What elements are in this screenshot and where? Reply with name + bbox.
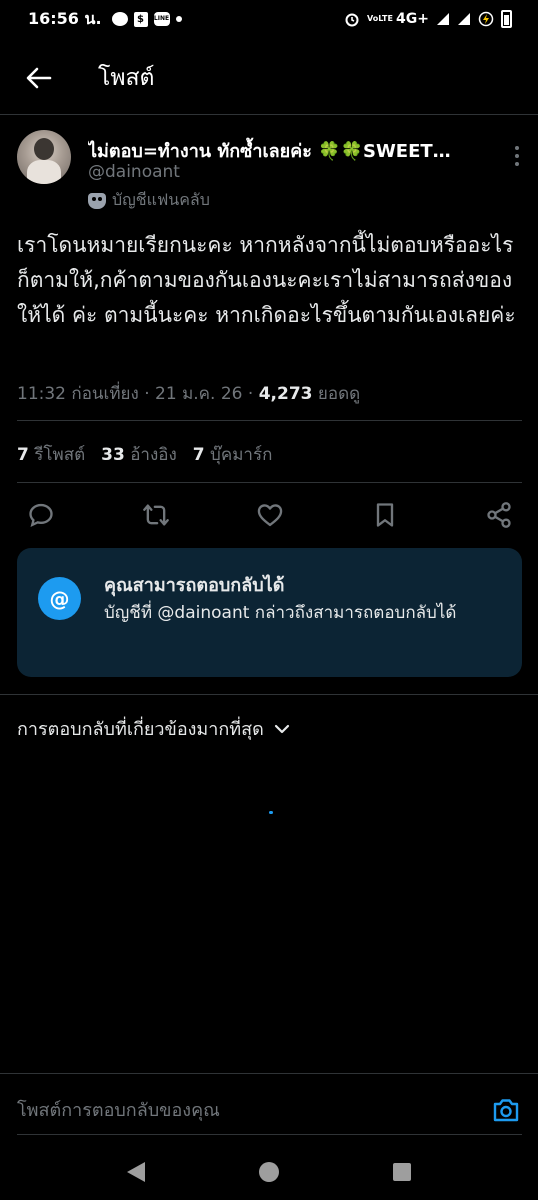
reply-composer — [17, 1090, 522, 1130]
network-type: 4G+ — [396, 11, 429, 27]
more-options-button[interactable] — [507, 144, 527, 168]
reply-input[interactable] — [17, 1090, 477, 1130]
chevron-down-icon — [274, 724, 289, 733]
reposts-count: 7 — [17, 445, 29, 465]
meta-divider — [17, 420, 522, 421]
camera-icon — [493, 1099, 519, 1122]
compose-underline — [17, 1134, 522, 1135]
post-actions — [20, 494, 520, 536]
nav-recents-button[interactable] — [380, 1150, 424, 1194]
post-text: เราโดนหมายเรียกนะคะ หากหลังจากนี้ไม่ตอบห… — [17, 233, 516, 327]
status-bar: 16:56 น. $ LINE VoLTE 4G+ — [0, 0, 538, 38]
loading-spinner-icon — [269, 811, 273, 814]
mask-icon — [88, 192, 106, 209]
reply-permission-body: บัญชีที่ @dainoant กล่าวถึงสามารถตอบกลับ… — [104, 603, 457, 623]
compose-top-divider — [0, 1073, 538, 1074]
post-author: ไม่ตอบ=ทำงาน ทักซ้ำเลยค่ะ 🍀🍀SWEET… @dain… — [17, 130, 527, 210]
badge-label: บัญชีแฟนคลับ — [112, 190, 210, 209]
square-recents-icon — [392, 1163, 411, 1181]
bookmarks-label: บุ๊คมาร์ก — [210, 445, 273, 465]
bookmarks-stat[interactable]: 7 บุ๊คมาร์ก — [193, 441, 273, 468]
quotes-stat[interactable]: 33 อ้างอิง — [101, 441, 177, 468]
alarm-icon — [345, 13, 359, 27]
triangle-back-icon — [127, 1162, 146, 1182]
reply-button[interactable] — [20, 494, 62, 536]
system-navigation-bar — [0, 1150, 538, 1194]
post-date[interactable]: 21 ม.ค. 26 — [155, 384, 242, 404]
camera-button[interactable] — [490, 1094, 522, 1126]
battery-icon — [501, 10, 512, 28]
more-notifications-icon — [175, 16, 182, 22]
author-handle[interactable]: @dainoant — [88, 162, 180, 182]
message-icon — [111, 12, 128, 26]
like-icon — [257, 504, 283, 527]
avatar[interactable] — [17, 130, 71, 184]
system-icons: VoLTE 4G+ — [344, 10, 512, 28]
signal-icon — [437, 13, 449, 25]
more-dot-icon — [515, 146, 519, 150]
back-button[interactable] — [19, 58, 59, 98]
line-app-icon: LINE — [153, 12, 170, 26]
meta-separator: · — [247, 384, 254, 404]
reposts-label: รีโพสต์ — [34, 445, 86, 465]
quotes-count: 33 — [101, 445, 125, 465]
quotes-label: อ้างอิง — [130, 445, 177, 465]
volte-icon: VoLTE — [367, 14, 393, 23]
more-dot-icon — [515, 162, 519, 166]
header-divider — [0, 114, 538, 115]
reply-permission-title: คุณสามารถตอบกลับได้ — [104, 575, 285, 596]
stats-divider — [17, 482, 522, 483]
fan-account-badge: บัญชีแฟนคลับ — [88, 188, 210, 213]
more-dot-icon — [515, 154, 519, 158]
bookmark-button[interactable] — [364, 494, 406, 536]
reply-permission-card: @ คุณสามารถตอบกลับได้ บัญชีที่ @dainoant… — [17, 548, 522, 677]
top-app-bar: โพสต์ — [0, 50, 538, 106]
share-button[interactable] — [478, 494, 520, 536]
meta-separator: · — [144, 384, 150, 404]
post-stats: 7 รีโพสต์ 33 อ้างอิง 7 บุ๊คมาร์ก — [17, 441, 272, 468]
nav-back-button[interactable] — [114, 1150, 158, 1194]
page-title: โพสต์ — [98, 65, 155, 91]
battery-saver-icon — [478, 11, 494, 27]
views-label: ยอดดู — [317, 384, 361, 404]
reply-icon — [29, 503, 53, 528]
bookmarks-count: 7 — [192, 445, 205, 465]
replies-sort-label: การตอบกลับที่เกี่ยวข้องมากที่สุด — [17, 719, 264, 740]
share-icon — [487, 502, 511, 528]
card-divider — [0, 694, 538, 695]
repost-icon — [142, 504, 169, 526]
shopping-bag-icon: $ — [133, 11, 148, 27]
views-count: 4,273 — [258, 384, 313, 404]
at-sign-icon: @ — [38, 577, 81, 620]
author-display-name[interactable]: ไม่ตอบ=ทำงาน ทักซ้ำเลยค่ะ 🍀🍀SWEET… — [88, 136, 451, 165]
post-time[interactable]: 11:32 ก่อนเที่ยง — [17, 384, 139, 404]
repost-button[interactable] — [135, 494, 177, 536]
arrow-left-icon — [26, 67, 52, 89]
status-time: 16:56 น. — [28, 8, 102, 28]
signal-2-icon — [458, 13, 470, 25]
circle-home-icon — [258, 1162, 279, 1182]
post-meta: 11:32 ก่อนเที่ยง · 21 ม.ค. 26 · 4,273 ยอ… — [17, 380, 360, 407]
bookmark-icon — [376, 503, 393, 527]
notification-icons: $ LINE — [111, 11, 182, 27]
reposts-stat[interactable]: 7 รีโพสต์ — [17, 441, 85, 468]
replies-sort-dropdown[interactable]: การตอบกลับที่เกี่ยวข้องมากที่สุด — [17, 714, 290, 743]
nav-home-button[interactable] — [247, 1150, 291, 1194]
like-button[interactable] — [249, 494, 291, 536]
